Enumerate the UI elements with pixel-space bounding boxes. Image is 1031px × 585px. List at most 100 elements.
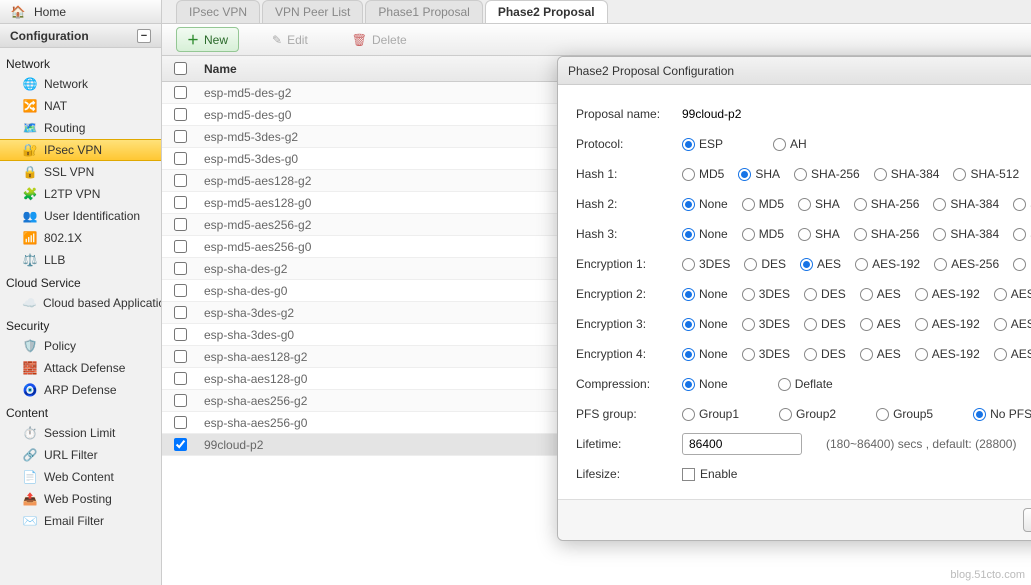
row-checkbox[interactable] — [174, 130, 187, 143]
sidebar-item-nat[interactable]: 🔀NAT — [0, 95, 161, 117]
pfs-group-option-group2[interactable]: Group2 — [779, 407, 836, 421]
pfs-group-option-group1[interactable]: Group1 — [682, 407, 739, 421]
hash1-option-sha-384[interactable]: SHA-384 — [874, 167, 940, 181]
tab-vpn-peer-list[interactable]: VPN Peer List — [262, 0, 363, 23]
encryption1-option-des[interactable]: DES — [744, 257, 786, 271]
hash3-option-sha-384[interactable]: SHA-384 — [933, 227, 999, 241]
encryption1-option-3des[interactable]: 3DES — [682, 257, 730, 271]
row-checkbox[interactable] — [174, 372, 187, 385]
row-checkbox[interactable] — [174, 152, 187, 165]
sidebar-item-web-posting[interactable]: 📤Web Posting — [0, 488, 161, 510]
sidebar-item-attack-defense[interactable]: 🧱Attack Defense — [0, 357, 161, 379]
sidebar-item-session-limit[interactable]: ⏱️Session Limit — [0, 422, 161, 444]
hash2-option-sha-384[interactable]: SHA-384 — [933, 197, 999, 211]
row-checkbox[interactable] — [174, 438, 187, 451]
row-checkbox[interactable] — [174, 86, 187, 99]
encryption1-option-aes-192[interactable]: AES-192 — [855, 257, 920, 271]
sidebar-item-policy[interactable]: 🛡️Policy — [0, 335, 161, 357]
sidebar-item-ipsec-vpn[interactable]: 🔐IPsec VPN — [0, 139, 161, 161]
delete-button[interactable]: 🗑 Delete — [341, 29, 418, 51]
hash1-option-sha-256[interactable]: SHA-256 — [794, 167, 860, 181]
lifesize-enable[interactable]: Enable — [682, 467, 737, 481]
row-checkbox[interactable] — [174, 108, 187, 121]
tab-ipsec-vpn[interactable]: IPsec VPN — [176, 0, 260, 23]
row-checkbox[interactable] — [174, 218, 187, 231]
lifetime-input[interactable] — [682, 433, 802, 455]
row-checkbox[interactable] — [174, 240, 187, 253]
row-checkbox[interactable] — [174, 284, 187, 297]
encryption4-option-des[interactable]: DES — [804, 347, 846, 361]
row-checkbox[interactable] — [174, 328, 187, 341]
row-checkbox[interactable] — [174, 350, 187, 363]
ok-button[interactable]: OK — [1023, 508, 1031, 532]
hash2-option-none[interactable]: None — [682, 197, 728, 211]
encryption4-option-aes[interactable]: AES — [860, 347, 901, 361]
row-checkbox[interactable] — [174, 394, 187, 407]
pfs-group-option-group5[interactable]: Group5 — [876, 407, 933, 421]
encryption2-option-aes-256[interactable]: AES-256 — [994, 287, 1031, 301]
row-checkbox[interactable] — [174, 262, 187, 275]
tab-phase1-proposal[interactable]: Phase1 Proposal — [365, 0, 482, 23]
sidebar-item-web-content[interactable]: 📄Web Content — [0, 466, 161, 488]
column-name[interactable]: Name — [198, 62, 237, 76]
row-checkbox[interactable] — [174, 306, 187, 319]
hash3-option-md5[interactable]: MD5 — [742, 227, 784, 241]
sidebar-item-network[interactable]: 🌐Network — [0, 73, 161, 95]
sidebar-item-llb[interactable]: ⚖️LLB — [0, 249, 161, 271]
encryption1-option-aes-256[interactable]: AES-256 — [934, 257, 999, 271]
protocol-option-ah[interactable]: AH — [773, 137, 807, 151]
hash3-option-sha-256[interactable]: SHA-256 — [854, 227, 920, 241]
hash3-option-sha-512[interactable]: SHA-512 — [1013, 227, 1031, 241]
row-checkbox[interactable] — [174, 416, 187, 429]
encryption4-option-aes-192[interactable]: AES-192 — [915, 347, 980, 361]
row-checkbox[interactable] — [174, 196, 187, 209]
hash1-option-sha[interactable]: SHA — [738, 167, 780, 181]
protocol-option-esp[interactable]: ESP — [682, 137, 723, 151]
encryption3-option-3des[interactable]: 3DES — [742, 317, 790, 331]
encryption1-option-aes[interactable]: AES — [800, 257, 841, 271]
sidebar-item-email-filter[interactable]: ✉️Email Filter — [0, 510, 161, 532]
row-checkbox[interactable] — [174, 174, 187, 187]
hash3-option-sha[interactable]: SHA — [798, 227, 840, 241]
hash2-option-sha[interactable]: SHA — [798, 197, 840, 211]
encryption3-option-aes[interactable]: AES — [860, 317, 901, 331]
encryption1-option-null[interactable]: NULL — [1013, 257, 1031, 271]
hash1-option-sha-512[interactable]: SHA-512 — [953, 167, 1019, 181]
encryption2-option-3des[interactable]: 3DES — [742, 287, 790, 301]
sidebar-item-ssl-vpn[interactable]: 🔒SSL VPN — [0, 161, 161, 183]
pfs-group-option-no-pfs[interactable]: No PFS — [973, 407, 1031, 421]
tab-phase2-proposal[interactable]: Phase2 Proposal — [485, 0, 608, 23]
encryption3-option-aes-256[interactable]: AES-256 — [994, 317, 1031, 331]
radio-label: DES — [821, 347, 846, 361]
new-button[interactable]: ＋ New — [176, 27, 239, 52]
sidebar-item-arp-defense[interactable]: 🧿ARP Defense — [0, 379, 161, 401]
sidebar-item-l2tp-vpn[interactable]: 🧩L2TP VPN — [0, 183, 161, 205]
sidebar-item-802-1x[interactable]: 📶802.1X — [0, 227, 161, 249]
sidebar-item-user-identification[interactable]: 👥User Identification — [0, 205, 161, 227]
encryption3-option-des[interactable]: DES — [804, 317, 846, 331]
home-button[interactable]: 🏠 Home — [0, 0, 161, 24]
sidebar-item-routing[interactable]: 🗺️Routing — [0, 117, 161, 139]
encryption2-option-des[interactable]: DES — [804, 287, 846, 301]
hash2-option-sha-256[interactable]: SHA-256 — [854, 197, 920, 211]
hash2-option-sha-512[interactable]: SHA-512 — [1013, 197, 1031, 211]
hash1-option-md5[interactable]: MD5 — [682, 167, 724, 181]
hash2-option-md5[interactable]: MD5 — [742, 197, 784, 211]
compression-option-deflate[interactable]: Deflate — [778, 377, 833, 391]
collapse-button[interactable]: − — [137, 29, 151, 43]
encryption3-option-none[interactable]: None — [682, 317, 728, 331]
encryption2-option-aes[interactable]: AES — [860, 287, 901, 301]
encryption3-option-aes-192[interactable]: AES-192 — [915, 317, 980, 331]
encryption4-option-aes-256[interactable]: AES-256 — [994, 347, 1031, 361]
sidebar-item-url-filter[interactable]: 🔗URL Filter — [0, 444, 161, 466]
edit-button[interactable]: ✎ Edit — [261, 29, 319, 51]
compression-option-none[interactable]: None — [682, 377, 728, 391]
select-all-checkbox[interactable] — [174, 62, 187, 75]
encryption4-option-none[interactable]: None — [682, 347, 728, 361]
hash3-option-none[interactable]: None — [682, 227, 728, 241]
encryption4-option-3des[interactable]: 3DES — [742, 347, 790, 361]
encryption2-option-aes-192[interactable]: AES-192 — [915, 287, 980, 301]
radio-label: DES — [821, 317, 846, 331]
sidebar-item-cloud-based-application[interactable]: ☁️Cloud based Application — [0, 292, 161, 314]
encryption2-option-none[interactable]: None — [682, 287, 728, 301]
